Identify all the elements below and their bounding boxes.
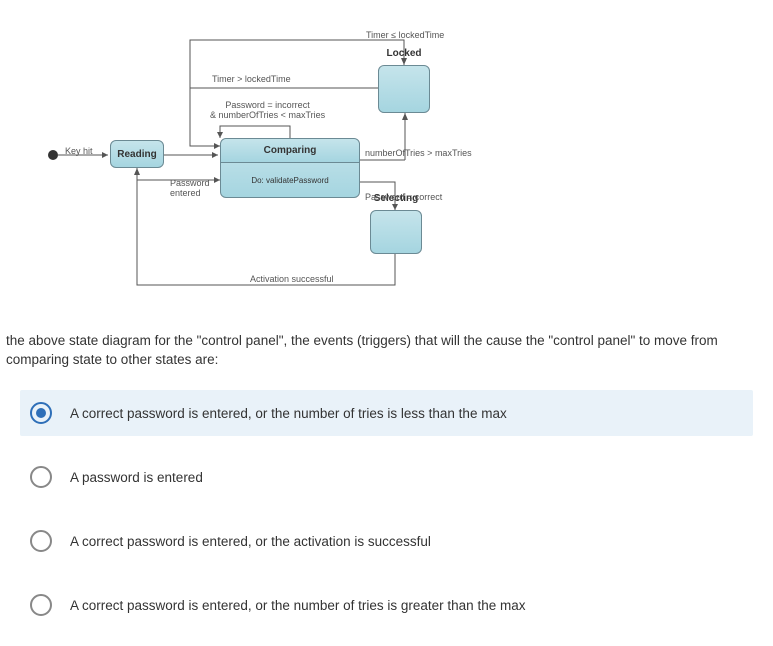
state-diagram: Reading Comparing Do: validatePassword L…: [40, 10, 560, 300]
state-selecting: Selecting: [370, 210, 422, 254]
radio-icon: [30, 402, 52, 424]
state-reading: Reading: [110, 140, 164, 168]
state-locked: Locked: [378, 65, 430, 113]
initial-state-dot: [48, 150, 58, 160]
label-line1: Password = incorrect: [225, 100, 309, 110]
label-timer-gt: Timer > lockedTime: [212, 74, 291, 84]
state-comparing-action: Do: validatePassword: [221, 163, 359, 197]
label-password-incorrect: Password = incorrect & numberOfTries < m…: [210, 100, 325, 120]
label-line2: entered: [170, 188, 201, 198]
label-password-entered: Password entered: [170, 178, 210, 198]
options-group: A correct password is entered, or the nu…: [20, 390, 753, 646]
label-timer-lt: Timer ≤ lockedTime: [366, 30, 444, 40]
option-label: A correct password is entered, or the ac…: [70, 534, 431, 549]
option-2[interactable]: A password is entered: [20, 454, 753, 500]
option-3[interactable]: A correct password is entered, or the ac…: [20, 518, 753, 564]
option-label: A correct password is entered, or the nu…: [70, 598, 525, 613]
option-label: A correct password is entered, or the nu…: [70, 406, 507, 421]
option-4[interactable]: A correct password is entered, or the nu…: [20, 582, 753, 628]
label-activation: Activation successful: [250, 274, 334, 284]
label-password-correct: Password = correct: [365, 192, 442, 202]
label-key-hit: Key hit: [65, 146, 93, 156]
option-1[interactable]: A correct password is entered, or the nu…: [20, 390, 753, 436]
state-comparing-header: Comparing: [221, 139, 359, 163]
radio-icon: [30, 530, 52, 552]
question-text: the above state diagram for the "control…: [0, 332, 761, 370]
radio-icon: [30, 466, 52, 488]
label-line1: Password: [170, 178, 210, 188]
label-line2: & numberOfTries < maxTries: [210, 110, 325, 120]
label-number-gt: numberOfTries > maxTries: [365, 148, 472, 158]
state-locked-label: Locked: [379, 48, 429, 59]
radio-icon: [30, 594, 52, 616]
option-label: A password is entered: [70, 470, 203, 485]
state-comparing: Comparing Do: validatePassword: [220, 138, 360, 198]
